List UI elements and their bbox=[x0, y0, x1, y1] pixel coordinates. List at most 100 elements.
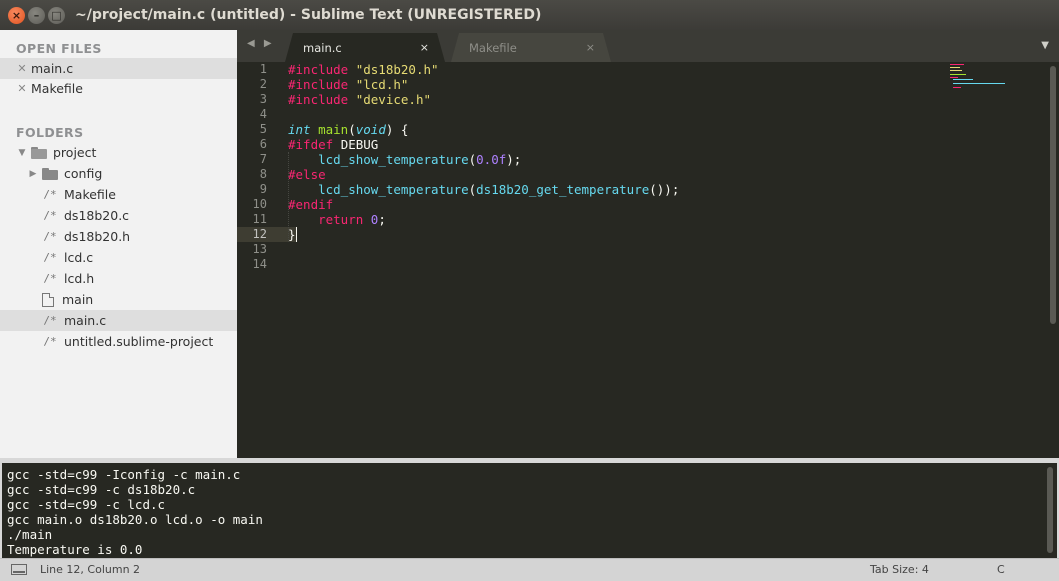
tab-main-c[interactable]: main.c × bbox=[285, 33, 445, 62]
code-editor[interactable]: 1 2 3 4 5 6 7 8 9 10 11 12 13 14 #include "ds18b20.h"… bbox=[237, 62, 1059, 458]
close-window-button[interactable]: × bbox=[8, 6, 25, 24]
minimap[interactable] bbox=[950, 64, 1010, 94]
code-token: 0.0f bbox=[476, 152, 507, 167]
code-token: DEBUG bbox=[340, 137, 379, 152]
file-makefile[interactable]: /* Makefile bbox=[0, 184, 237, 205]
code-token: void bbox=[355, 122, 386, 137]
code-line[interactable]: int main(void) { bbox=[288, 122, 408, 137]
console-line: gcc -std=c99 -c lcd.c bbox=[7, 497, 166, 512]
code-token: lcd_show_temperature bbox=[318, 152, 469, 167]
code-line[interactable]: lcd_show_temperature(0.0f); bbox=[288, 152, 521, 167]
open-file-label: main.c bbox=[31, 61, 74, 76]
line-number: 10 bbox=[252, 197, 267, 211]
tab-bar: ◀ ▶ main.c × Makefile × ▼ bbox=[237, 30, 1059, 62]
status-bar: Line 12, Column 2 Tab Size: 4 C bbox=[0, 558, 1059, 581]
code-line[interactable]: #ifdef DEBUG bbox=[288, 137, 378, 152]
file-lcd-c[interactable]: /* lcd.c bbox=[0, 247, 237, 268]
text-file-icon: /* bbox=[43, 314, 57, 327]
folder-open-icon bbox=[31, 146, 47, 159]
code-line[interactable]: #include "device.h" bbox=[288, 92, 431, 107]
binary-file-icon bbox=[42, 292, 54, 307]
text-file-icon: /* bbox=[43, 251, 57, 264]
console-line: gcc -std=c99 -Iconfig -c main.c bbox=[7, 467, 241, 482]
editor-scrollbar[interactable] bbox=[1050, 66, 1056, 324]
code-line[interactable]: #include "lcd.h" bbox=[288, 77, 408, 92]
code-token: lcd_show_temperature bbox=[318, 182, 469, 197]
line-number: 7 bbox=[259, 152, 267, 166]
file-label: ds18b20.c bbox=[64, 208, 130, 223]
file-label: main.c bbox=[64, 313, 107, 328]
file-untitled-sublime-project[interactable]: /* untitled.sublime-project bbox=[0, 331, 237, 352]
console-line: ./main bbox=[7, 527, 53, 542]
indent-guide bbox=[288, 152, 289, 242]
code-line[interactable]: } bbox=[288, 227, 297, 242]
code-token: #include bbox=[288, 77, 356, 92]
file-ds18b20-c[interactable]: /* ds18b20.c bbox=[0, 205, 237, 226]
file-label: lcd.h bbox=[64, 271, 95, 286]
code-token: main bbox=[318, 122, 349, 137]
tab-size-selector[interactable]: Tab Size: 4 bbox=[870, 563, 929, 576]
code-token: ); bbox=[506, 152, 522, 167]
title-bar: × – □ ~/project/main.c (untitled) - Subl… bbox=[0, 0, 1059, 30]
file-lcd-h[interactable]: /* lcd.h bbox=[0, 268, 237, 289]
file-label: main bbox=[62, 292, 94, 307]
code-token: return bbox=[318, 212, 371, 227]
open-file-label: Makefile bbox=[31, 81, 83, 96]
code-token: ()); bbox=[649, 182, 680, 197]
folder-label: project bbox=[53, 145, 97, 160]
expanded-triangle-icon[interactable]: ▼ bbox=[17, 148, 27, 158]
code-line[interactable]: #include "ds18b20.h" bbox=[288, 62, 439, 77]
text-file-icon: /* bbox=[43, 272, 57, 285]
code-token: "device.h" bbox=[355, 92, 431, 107]
close-file-icon[interactable]: ✕ bbox=[17, 62, 27, 75]
file-main[interactable]: main bbox=[0, 289, 237, 310]
line-number: 14 bbox=[252, 257, 267, 271]
open-files-heading: OPEN FILES bbox=[16, 41, 102, 56]
file-main-c[interactable]: /* main.c bbox=[0, 310, 237, 331]
code-token: #else bbox=[288, 167, 326, 182]
code-line[interactable]: #else bbox=[288, 167, 326, 182]
line-number: 13 bbox=[252, 242, 267, 256]
file-label: Makefile bbox=[64, 187, 116, 202]
open-file-main-c[interactable]: ✕ main.c bbox=[0, 58, 237, 79]
collapsed-triangle-icon[interactable]: ▶ bbox=[28, 169, 38, 179]
code-token: #include bbox=[288, 62, 356, 77]
text-cursor bbox=[295, 227, 297, 242]
console-scrollbar[interactable] bbox=[1047, 467, 1053, 553]
minimize-window-button[interactable]: – bbox=[28, 6, 45, 24]
code-line[interactable]: return 0; bbox=[288, 212, 386, 227]
code-line[interactable]: lcd_show_temperature(ds18b20_get_tempera… bbox=[288, 182, 679, 197]
tab-nav-arrows-icon[interactable]: ◀ ▶ bbox=[247, 38, 275, 49]
folder-project[interactable]: ▼ project bbox=[0, 142, 237, 163]
tab-makefile[interactable]: Makefile × bbox=[451, 33, 611, 62]
tab-close-icon[interactable]: × bbox=[586, 41, 595, 54]
code-token: ) { bbox=[385, 122, 409, 137]
line-number: 6 bbox=[259, 137, 267, 151]
code-token: ( bbox=[348, 122, 356, 137]
code-token: #endif bbox=[288, 197, 334, 212]
folder-config[interactable]: ▶ config bbox=[0, 163, 237, 184]
file-label: ds18b20.h bbox=[64, 229, 131, 244]
line-number: 8 bbox=[259, 167, 267, 181]
code-token: ; bbox=[378, 212, 386, 227]
maximize-window-button[interactable]: □ bbox=[48, 6, 65, 24]
text-file-icon: /* bbox=[43, 188, 57, 201]
line-number: 3 bbox=[259, 92, 267, 106]
line-number: 1 bbox=[259, 62, 267, 76]
syntax-selector[interactable]: C bbox=[997, 563, 1005, 576]
open-file-makefile[interactable]: ✕ Makefile bbox=[0, 78, 237, 99]
build-output-panel[interactable]: gcc -std=c99 -Iconfig -c main.c gcc -std=… bbox=[0, 458, 1059, 558]
code-token: "lcd.h" bbox=[355, 77, 409, 92]
folder-label: config bbox=[64, 166, 103, 181]
code-token: ds18b20_get_temperature bbox=[476, 182, 650, 197]
code-line[interactable]: #endif bbox=[288, 197, 333, 212]
tab-close-icon[interactable]: × bbox=[420, 41, 429, 54]
close-file-icon[interactable]: ✕ bbox=[17, 82, 27, 95]
file-ds18b20-h[interactable]: /* ds18b20.h bbox=[0, 226, 237, 247]
line-number: 12 bbox=[252, 227, 267, 241]
text-file-icon: /* bbox=[43, 230, 57, 243]
tab-dropdown-icon[interactable]: ▼ bbox=[1041, 40, 1049, 51]
folder-icon bbox=[42, 167, 58, 180]
panel-toggle-icon[interactable] bbox=[11, 564, 27, 575]
